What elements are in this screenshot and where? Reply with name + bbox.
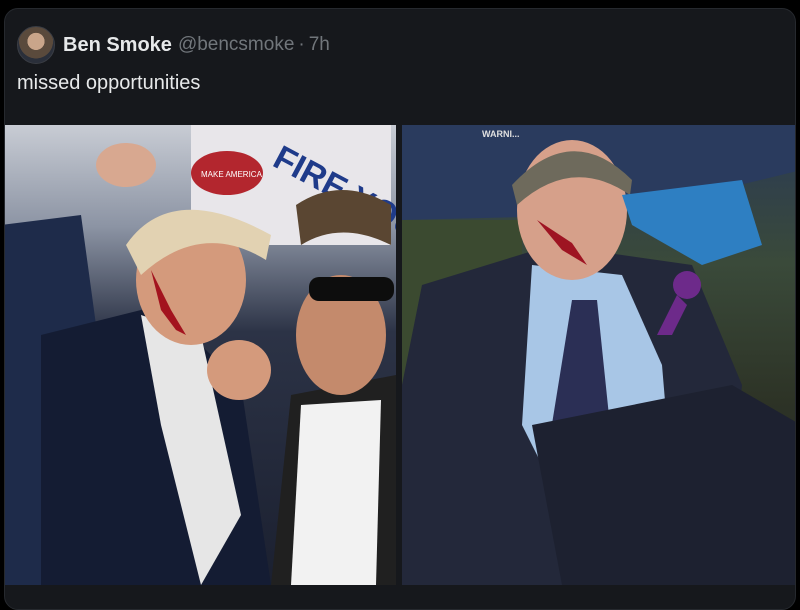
roof-text: WARNI... [482,129,520,139]
photo-right-illustration: WARNI... [402,125,795,585]
tweet-timestamp[interactable]: 7h [309,34,330,56]
tweet-header: Ben Smoke @bencsmoke · 7h [17,25,330,65]
author-handle[interactable]: @bencsmoke [178,34,294,56]
separator-dot: · [298,34,305,55]
photo-left-illustration: FIRE YOU MAKE AMERICA [5,125,396,585]
media-photo-right[interactable]: WARNI... [402,125,795,585]
tweet-text: missed opportunities [17,72,201,94]
avatar[interactable] [17,26,55,64]
tweet-media: FIRE YOU MAKE AMERICA [5,125,795,585]
hat-text: MAKE AMERICA [201,170,263,179]
tweet-card[interactable]: Ben Smoke @bencsmoke · 7h missed opportu… [4,8,796,610]
media-photo-left[interactable]: FIRE YOU MAKE AMERICA [5,125,396,585]
author-name[interactable]: Ben Smoke [63,34,172,57]
